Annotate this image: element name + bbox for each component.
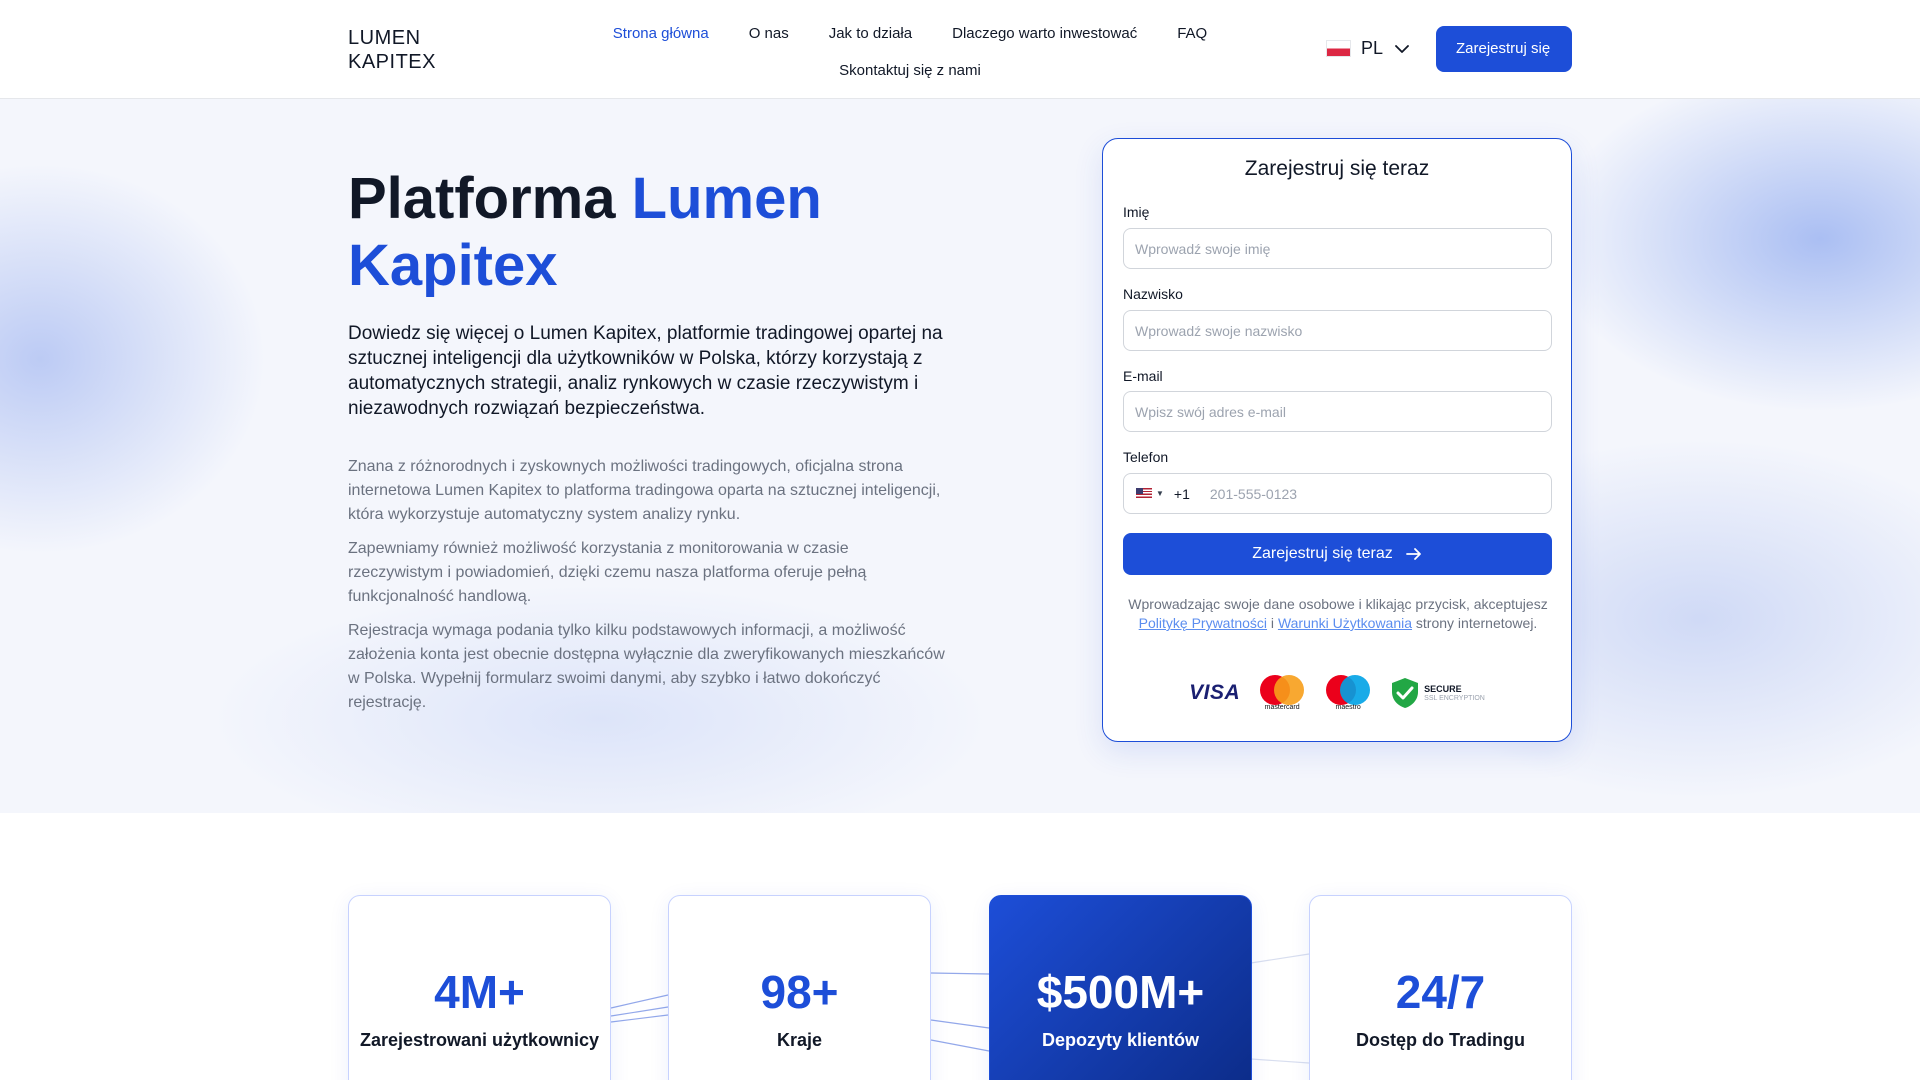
stat-label: Depozyty klientów [1041, 1030, 1200, 1050]
hero-paragraph-2: Zapewniamy również możliwość korzystania… [348, 540, 867, 605]
last-name-field[interactable] [1123, 310, 1552, 351]
hero-paragraph-3: Rejestracja wymaga podania tylko kilku p… [348, 622, 945, 711]
secure-title: SECURE [1424, 684, 1462, 694]
stat-label: Dostęp do Tradingu [1356, 1030, 1525, 1050]
terms-of-use-link[interactable]: Warunki Użytkowania [1278, 615, 1412, 631]
header-register-button[interactable]: Zarejestruj się [1436, 26, 1572, 72]
nav-home[interactable]: Strona główna [593, 20, 729, 47]
form-title: Zarejestruj się teraz [1244, 157, 1430, 180]
visa-logo: VISA [1189, 681, 1241, 704]
country-dropdown-caret-icon[interactable]: ▼ [1156, 489, 1164, 498]
phone-field[interactable] [1209, 485, 1510, 502]
last-name-label: Nazwisko [1123, 286, 1183, 302]
mastercard-logo: mastercard [1258, 675, 1306, 711]
consent-text: Wprowadzając swoje dane osobowe i klikaj… [1123, 595, 1553, 633]
shield-check-icon [1392, 678, 1419, 708]
hero-title: Platforma Lumen Kapitex [348, 165, 908, 299]
email-field[interactable] [1123, 391, 1552, 432]
stat-card-countries: 98+ Kraje [668, 895, 931, 1080]
maestro-label: maestro [1335, 704, 1361, 711]
main-nav: Strona główna O nas Jak to działa Dlacze… [560, 20, 1260, 84]
mastercard-label: mastercard [1264, 704, 1300, 711]
first-name-field[interactable] [1123, 228, 1552, 269]
privacy-policy-link[interactable]: Politykę Prywatności [1139, 615, 1267, 631]
us-flag-icon[interactable] [1136, 488, 1152, 499]
nav-how-it-works[interactable]: Jak to działa [809, 20, 932, 47]
registration-form: Zarejestruj się teraz Imię Nazwisko E-ma… [1102, 138, 1572, 742]
nav-contact[interactable]: Skontaktuj się z nami [819, 57, 1001, 84]
maestro-logo: maestro [1324, 675, 1372, 711]
consent-and: i [1267, 615, 1278, 631]
stat-card-deposits: $500M+ Depozyty klientów [989, 895, 1252, 1080]
language-selector[interactable]: PL [1326, 38, 1411, 59]
stat-label: Zarejestrowani użytkownicy [359, 1030, 600, 1050]
email-label: E-mail [1123, 368, 1163, 384]
chevron-down-icon [1395, 44, 1409, 53]
arrow-right-icon [1405, 548, 1421, 560]
hero-lead: Dowiedz się więcej o Lumen Kapitex, plat… [348, 323, 943, 419]
decorative-connector-lines [610, 953, 1310, 1064]
stat-value: 24/7 [1395, 966, 1486, 1018]
hero-section: Platforma Lumen Kapitex Dowiedz się więc… [0, 99, 1920, 813]
poland-flag-icon [1326, 40, 1351, 57]
nav-faq[interactable]: FAQ [1157, 20, 1227, 47]
stat-value: 4M+ [434, 966, 525, 1018]
ssl-secure-badge: SECURE SSL ENCRYPTION [1390, 677, 1485, 709]
secure-subtitle: SSL ENCRYPTION [1424, 695, 1485, 702]
stat-value: $500M+ [1036, 966, 1205, 1018]
language-code: PL [1361, 38, 1384, 58]
phone-label: Telefon [1123, 449, 1169, 465]
hero-paragraph-1: Znana z różnorodnych i zyskownych możliw… [348, 458, 941, 523]
register-submit-button[interactable]: Zarejestruj się teraz [1123, 533, 1552, 575]
nav-why-invest[interactable]: Dlaczego warto inwestować [932, 20, 1157, 47]
site-header: LUMEN KAPITEX Strona główna O nas Jak to… [0, 0, 1920, 99]
consent-before: Wprowadzając swoje dane osobowe i klikaj… [1128, 596, 1548, 612]
stat-value: 98+ [760, 966, 839, 1018]
stats-section: 4M+ Zarejestrowani użytkownicy 98+ Kraje… [0, 813, 1920, 1080]
submit-label: Zarejestruj się teraz [1252, 545, 1393, 562]
nav-about[interactable]: O nas [729, 20, 809, 47]
phone-field-wrapper: ▼ +1 [1123, 473, 1552, 514]
site-logo[interactable]: LUMEN KAPITEX [348, 26, 436, 74]
stat-label: Kraje [776, 1030, 823, 1050]
stat-card-users: 4M+ Zarejestrowani użytkownicy [348, 895, 611, 1080]
hero-title-main: Platforma [348, 166, 632, 231]
first-name-label: Imię [1123, 204, 1150, 220]
consent-after: strony internetowej. [1412, 615, 1538, 631]
stat-card-trading-access: 24/7 Dostęp do Tradingu [1309, 895, 1572, 1080]
payment-logos: VISA mastercard maestro SECURE SSL ENCRY… [1103, 675, 1571, 711]
phone-dial-code: +1 [1173, 485, 1190, 502]
